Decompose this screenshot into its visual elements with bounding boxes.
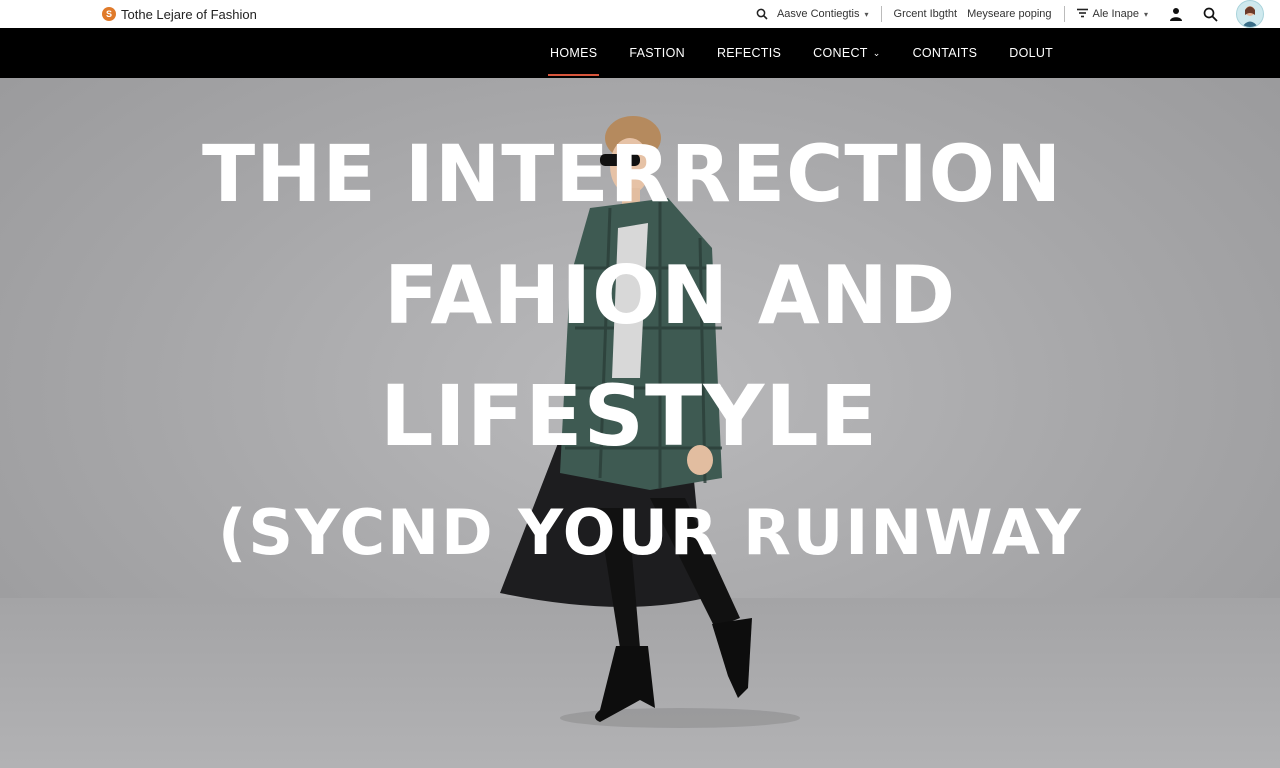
search-location-dropdown[interactable]: Aasve Contiegtis ▾ <box>752 4 869 24</box>
hero-banner: THE INTERRECTION FAHION AND LIFESTYLE (S… <box>0 78 1280 768</box>
nav-item-conect[interactable]: CONECT ⌄ <box>813 28 880 78</box>
brand-link[interactable]: S Tothe Lejare of Fashion <box>102 4 257 24</box>
utility-link-2[interactable]: Meyseare poping <box>967 8 1051 20</box>
search-dropdown-label: Aasve Contiegtis <box>776 8 860 20</box>
user-icon[interactable] <box>1166 4 1186 24</box>
utility-bar: S Tothe Lejare of Fashion Aasve Contiegt… <box>0 0 1280 29</box>
nav-item-label: CONECT <box>813 46 868 60</box>
brand-name: Tothe Lejare of Fashion <box>121 6 257 22</box>
nav-item-homes[interactable]: HOMES <box>547 28 600 78</box>
nav-item-fashion[interactable]: FASTION <box>629 28 685 78</box>
chevron-down-icon: ⌄ <box>872 47 881 58</box>
hero-headline-line-2: FAHION AND <box>384 249 957 342</box>
avatar[interactable] <box>1236 0 1264 28</box>
divider <box>1063 6 1065 22</box>
nav-item-contaits[interactable]: CONTAITS <box>913 28 978 78</box>
utility-right: Aasve Contiegtis ▾ Grcent Ibgtht Meysear… <box>752 0 1264 28</box>
divider <box>880 6 882 22</box>
chevron-down-icon: ▾ <box>1143 9 1148 19</box>
nav-items: HOMES FASTION REFECTIS CONECT ⌄ CONTAITS… <box>547 28 1053 78</box>
filter-dropdown[interactable]: Ale Inape ▾ <box>1076 8 1148 21</box>
hero-headline-line-1: THE INTERRECTION <box>202 130 1063 220</box>
utility-link-1[interactable]: Grcent Ibgtht <box>894 8 958 20</box>
hero-subheadline: (SYCND YOUR RUINWAY <box>218 496 1083 569</box>
filter-dropdown-label: Ale Inape <box>1092 8 1139 20</box>
nav-item-refectis[interactable]: REFECTIS <box>717 28 781 78</box>
search-icon[interactable] <box>1200 4 1220 24</box>
nav-item-dolut[interactable]: DOLUT <box>1009 28 1053 78</box>
brand-logo-icon: S <box>102 7 116 21</box>
main-nav: HOMES FASTION REFECTIS CONECT ⌄ CONTAITS… <box>0 28 1280 78</box>
hero-headline-line-3: LIFESTYLE <box>380 367 879 465</box>
chevron-down-icon: ▾ <box>864 9 869 19</box>
filter-icon <box>1076 8 1088 21</box>
search-icon <box>752 4 772 24</box>
